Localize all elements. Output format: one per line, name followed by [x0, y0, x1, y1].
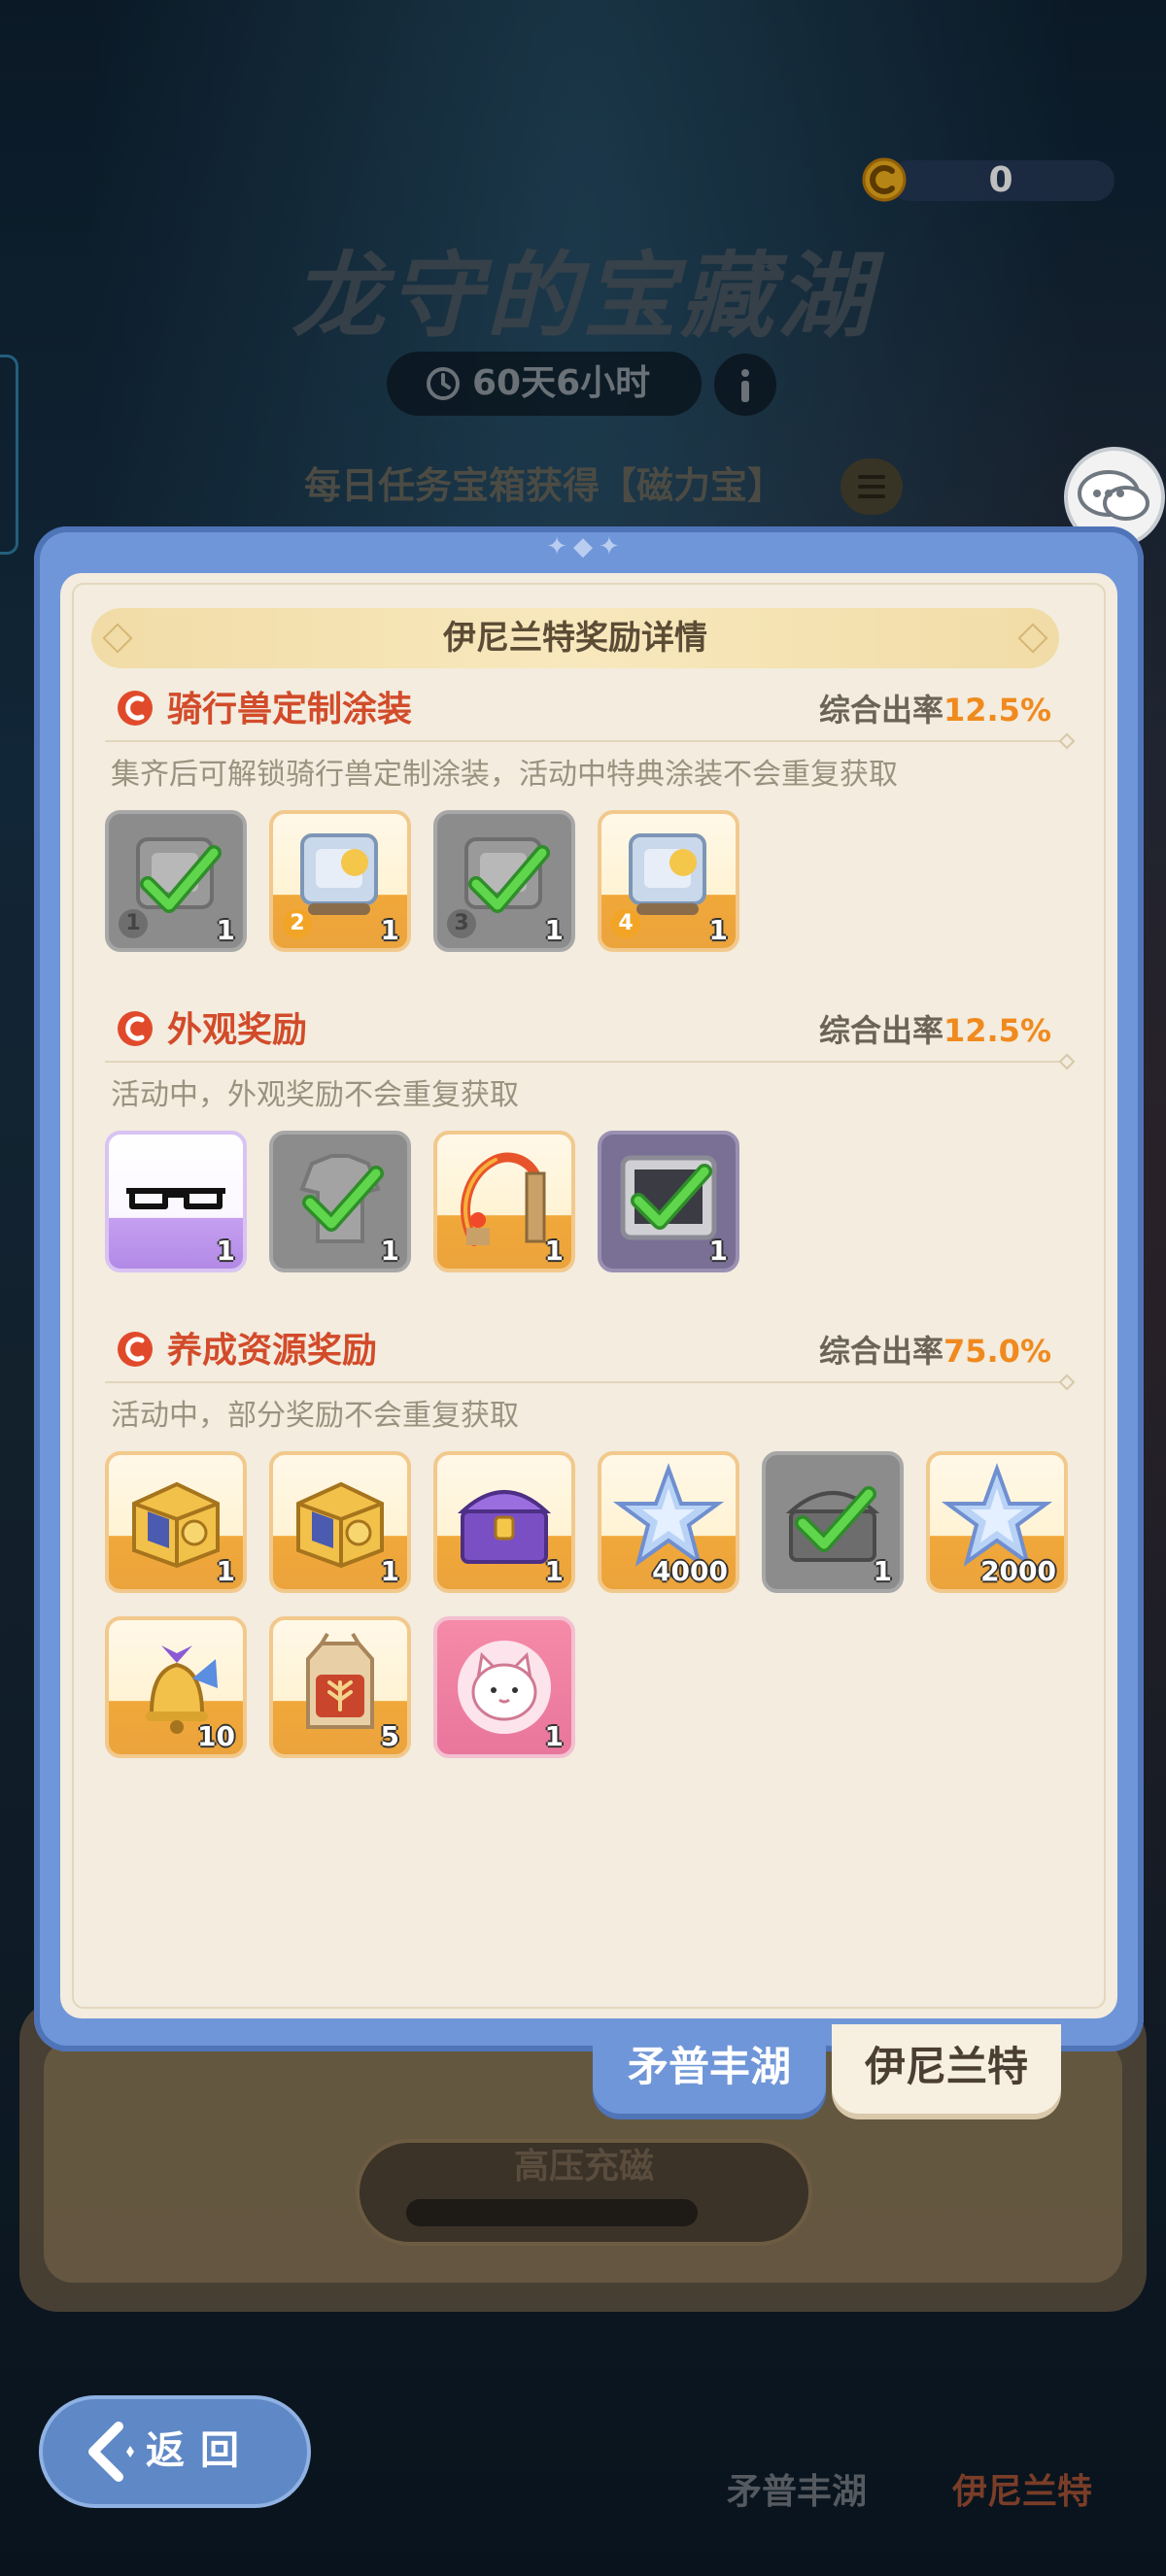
- section-emblem-icon: [118, 691, 153, 726]
- back-arrow-icon: [88, 2422, 134, 2482]
- section-rate-appearance: 综合出率12.5%: [818, 1012, 1051, 1049]
- skin-number-tag: 2: [283, 909, 312, 938]
- item-count: 1: [380, 914, 399, 946]
- skin-number-tag: 1: [119, 909, 148, 938]
- charge-progress-bar: [406, 2199, 698, 2226]
- dialog-title: 伊尼兰特奖励详情: [443, 619, 707, 658]
- item-count: 1: [544, 914, 564, 946]
- section-desc-resources: 活动中，部分奖励不会重复获取: [111, 1399, 519, 1433]
- section-divider: [105, 1061, 1067, 1063]
- reward-item-mount-skin[interactable]: 2 1: [269, 810, 411, 952]
- dialog-banner: 伊尼兰特奖励详情: [91, 608, 1059, 668]
- section-desc-appearance: 活动中，外观奖励不会重复获取: [111, 1078, 519, 1112]
- item-count: 1: [708, 1235, 728, 1267]
- section-emblem-icon: [118, 1332, 153, 1367]
- reward-item-resource[interactable]: 1: [433, 1451, 575, 1593]
- item-count: 1: [873, 1555, 892, 1587]
- reward-item-resource[interactable]: 1: [269, 1451, 411, 1593]
- item-count: 1: [216, 1555, 235, 1587]
- item-count: 1: [544, 1235, 564, 1267]
- item-count: 1: [544, 1555, 564, 1587]
- item-count: 1: [216, 1235, 235, 1267]
- lake-tab-1[interactable]: 矛普丰湖: [727, 2463, 931, 2522]
- item-count: 1: [708, 914, 728, 946]
- section-title-appearance: 外观奖励: [167, 1010, 308, 1050]
- item-count: 1: [216, 914, 235, 946]
- reward-item-resource[interactable]: 1: [433, 1616, 575, 1758]
- section-divider: [105, 1381, 1067, 1383]
- charge-label: 高压充磁: [513, 2147, 654, 2186]
- reward-item-resource[interactable]: 4000: [598, 1451, 739, 1593]
- reward-item-appearance[interactable]: 1: [269, 1131, 411, 1272]
- reward-item-appearance[interactable]: 1: [598, 1131, 739, 1272]
- section-rate-mount-skin: 综合出率12.5%: [818, 692, 1051, 729]
- section-emblem-icon: [118, 1011, 153, 1046]
- reward-item-mount-skin[interactable]: 3 1: [433, 810, 575, 952]
- section-divider: [105, 740, 1067, 742]
- reward-item-appearance[interactable]: 1: [433, 1131, 575, 1272]
- item-count: 5: [380, 1720, 399, 1752]
- item-count: 4000: [652, 1555, 728, 1587]
- reward-item-mount-skin[interactable]: 1 1: [105, 810, 247, 952]
- section-title-mount-skin: 骑行兽定制涂装: [167, 690, 413, 729]
- tab-maopu-lake[interactable]: 矛普丰湖: [593, 2024, 826, 2114]
- item-count: 10: [197, 1720, 235, 1752]
- item-count: 2000: [980, 1555, 1056, 1587]
- reward-item-mount-skin[interactable]: 4 1: [598, 810, 739, 952]
- skin-number-tag: 4: [611, 909, 640, 938]
- reward-item-resource[interactable]: 1: [105, 1451, 247, 1593]
- reward-item-resource[interactable]: 5: [269, 1616, 411, 1758]
- item-count: 1: [380, 1555, 399, 1587]
- reward-item-resource[interactable]: 1: [762, 1451, 904, 1593]
- section-title-resources: 养成资源奖励: [167, 1331, 378, 1371]
- dialog-paper-border: [72, 583, 1106, 2009]
- reward-item-appearance[interactable]: 1: [105, 1131, 247, 1272]
- section-desc-mount-skin: 集齐后可解锁骑行兽定制涂装，活动中特典涂装不会重复获取: [111, 758, 898, 792]
- item-count: 1: [544, 1720, 564, 1752]
- reward-item-resource[interactable]: 10: [105, 1616, 247, 1758]
- back-label: 返回: [146, 2428, 255, 2473]
- skin-number-tag: 3: [447, 909, 476, 938]
- dialog-ornament-icon: ✦◆✦: [546, 532, 626, 561]
- reward-item-resource[interactable]: 2000: [926, 1451, 1068, 1593]
- tab-yinilante[interactable]: 伊尼兰特: [832, 2024, 1061, 2114]
- lake-tab-2[interactable]: 伊尼兰特: [952, 2463, 1156, 2522]
- item-count: 1: [380, 1235, 399, 1267]
- section-rate-resources: 综合出率75.0%: [818, 1333, 1051, 1370]
